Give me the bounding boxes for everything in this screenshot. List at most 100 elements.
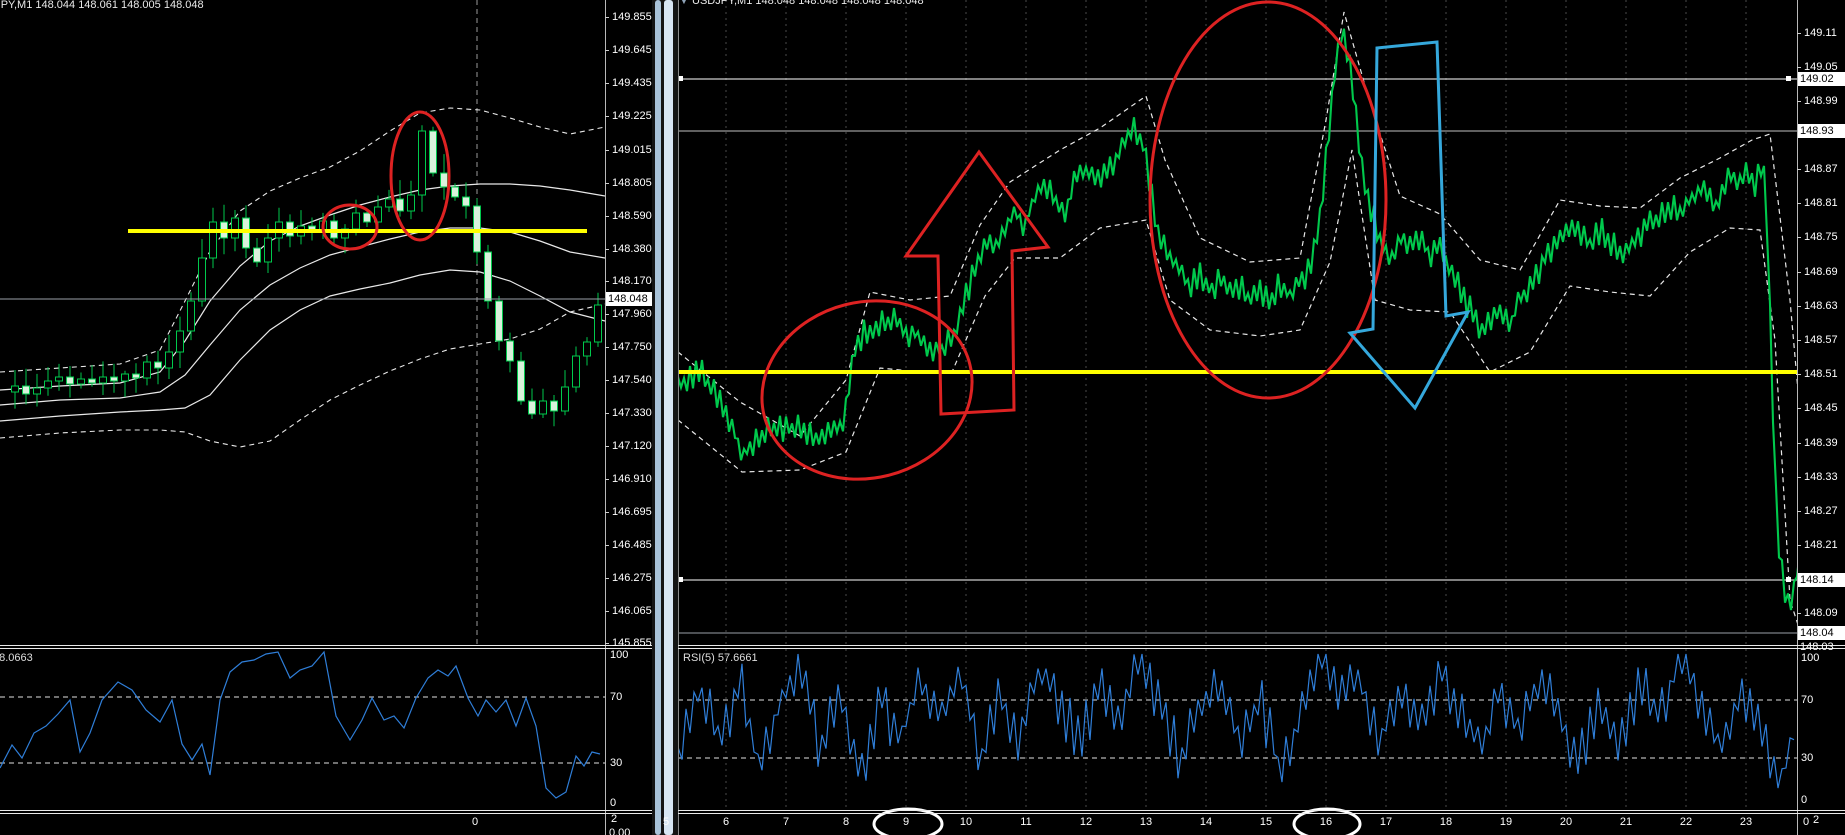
price-tick-label: 148.380 <box>612 243 652 255</box>
splitter-bar-icon <box>664 0 673 835</box>
left-price-pane[interactable] <box>0 0 605 645</box>
candle-body <box>583 341 591 357</box>
axis-tick <box>605 150 609 151</box>
axis-tick <box>605 611 609 612</box>
price-tick-label: 148.39 <box>1804 437 1838 449</box>
right-time-separator <box>678 810 1845 811</box>
axis-tick <box>1797 272 1801 273</box>
price-tick-label: 147.120 <box>612 440 652 452</box>
axis-tick <box>605 380 609 381</box>
red-up-arrow-annotation[interactable] <box>903 149 1051 416</box>
time-tick-label: 6 <box>722 816 730 828</box>
left-pane-separator[interactable] <box>0 648 652 649</box>
price-tick-label: 145.855 <box>612 637 652 649</box>
right-pane-separator[interactable] <box>678 648 1845 649</box>
price-tick-label: 148.805 <box>612 177 652 189</box>
axis-tick <box>605 216 609 217</box>
price-tick-label: 148.27 <box>1804 505 1838 517</box>
line-price-badge: 148.14 <box>1798 573 1845 587</box>
line-price-badge: 149.02 <box>1798 72 1845 86</box>
lower-band-line <box>0 269 605 422</box>
candle-body <box>440 172 448 188</box>
right-pane-separator[interactable] <box>678 645 1845 646</box>
time-tick-label: 12 <box>1079 816 1093 828</box>
time-tick-label: 10 <box>959 816 973 828</box>
axis-tick <box>605 83 609 84</box>
axis-tick <box>1797 511 1801 512</box>
candle-body <box>66 376 74 385</box>
price-tick-label: 146.485 <box>612 539 652 551</box>
axis-tick <box>605 578 609 579</box>
candle-body <box>22 385 30 395</box>
axis-tick <box>605 116 609 117</box>
axis-tick <box>605 17 609 18</box>
time-tick-label: 7 <box>782 816 790 828</box>
axis-tick <box>605 512 609 513</box>
time-tick-label: 17 <box>1379 816 1393 828</box>
price-tick-label: 148.170 <box>612 275 652 287</box>
chart-marker-icon: ▼ <box>680 0 688 6</box>
rsi-scale-label: 0 <box>1801 794 1808 806</box>
axis-tick <box>1797 545 1801 546</box>
charts-canvas[interactable] <box>0 0 1845 835</box>
red-ellipse-annotation[interactable] <box>1148 0 1388 400</box>
price-tick-label: 149.855 <box>612 11 652 23</box>
price-tick-label: 146.910 <box>612 473 652 485</box>
lower-envelope-line <box>678 149 1797 624</box>
price-tick-label: 148.51 <box>1804 368 1838 380</box>
candle-body <box>264 237 272 263</box>
upper_dashed-band-line <box>0 107 605 373</box>
rsi-scale-label: 100 <box>1801 652 1820 664</box>
upper-envelope-line <box>678 11 1797 437</box>
price-tick-label: 148.81 <box>1804 197 1838 209</box>
price-tick-label: 148.590 <box>612 210 652 222</box>
time-tick-label: 5 <box>662 816 670 828</box>
candle-body <box>165 351 173 369</box>
right-rsi-value-label: RSI(5) 57.6661 <box>683 652 758 664</box>
price-tick-label: 149.015 <box>612 144 652 156</box>
price-tick-label: 148.33 <box>1804 471 1838 483</box>
axis-tick <box>1797 443 1801 444</box>
time-tick-label: 19 <box>1499 816 1513 828</box>
candle-body <box>187 300 195 332</box>
price-tick-label: 148.09 <box>1804 607 1838 619</box>
candle-body <box>11 385 19 393</box>
price-tick-label: 148.45 <box>1804 402 1838 414</box>
right-price-pane[interactable] <box>666 0 1845 668</box>
axis-tick <box>605 347 609 348</box>
price-tick-label: 148.63 <box>1804 300 1838 312</box>
candle-body <box>77 378 85 385</box>
rsi-series <box>678 653 1795 789</box>
line-endpoint-marker[interactable] <box>1786 577 1791 582</box>
candle-body <box>44 380 52 389</box>
axis-tick <box>1797 237 1801 238</box>
left-chart-title: USDJPY,M1 148.044 148.061 148.005 148.04… <box>0 0 204 11</box>
candle-body <box>176 330 184 353</box>
upper-band-line <box>0 183 605 391</box>
left-time-separator <box>0 813 652 814</box>
candle-body <box>363 212 371 223</box>
line-endpoint-marker[interactable] <box>1786 76 1791 81</box>
axis-tick <box>1797 374 1801 375</box>
price-tick-label: 148.69 <box>1804 266 1838 278</box>
axis-tick <box>605 413 609 414</box>
left-corner-label2: 0.00 <box>609 827 631 835</box>
axis-tick <box>605 545 609 546</box>
axis-tick <box>605 50 609 51</box>
terminal-workspace: USDJPY,M1 148.044 148.061 148.005 148.04… <box>0 0 1845 835</box>
candle-body <box>429 130 437 174</box>
left-rsi-pane[interactable] <box>0 650 605 799</box>
right-rsi-pane[interactable] <box>666 649 1806 810</box>
candle-body <box>33 387 41 395</box>
axis-tick <box>605 446 609 447</box>
price-tick-label: 148.87 <box>1804 163 1838 175</box>
axis-tick <box>605 643 609 644</box>
rsi-series <box>0 650 601 799</box>
candle-body <box>231 217 239 239</box>
left-pane-separator[interactable] <box>0 645 652 646</box>
candle-body <box>154 361 162 369</box>
window-splitter[interactable] <box>652 0 678 835</box>
red-ellipse-annotation[interactable] <box>743 279 991 501</box>
axis-tick <box>1797 203 1801 204</box>
current-price-badge: 148.04 <box>1798 626 1845 640</box>
